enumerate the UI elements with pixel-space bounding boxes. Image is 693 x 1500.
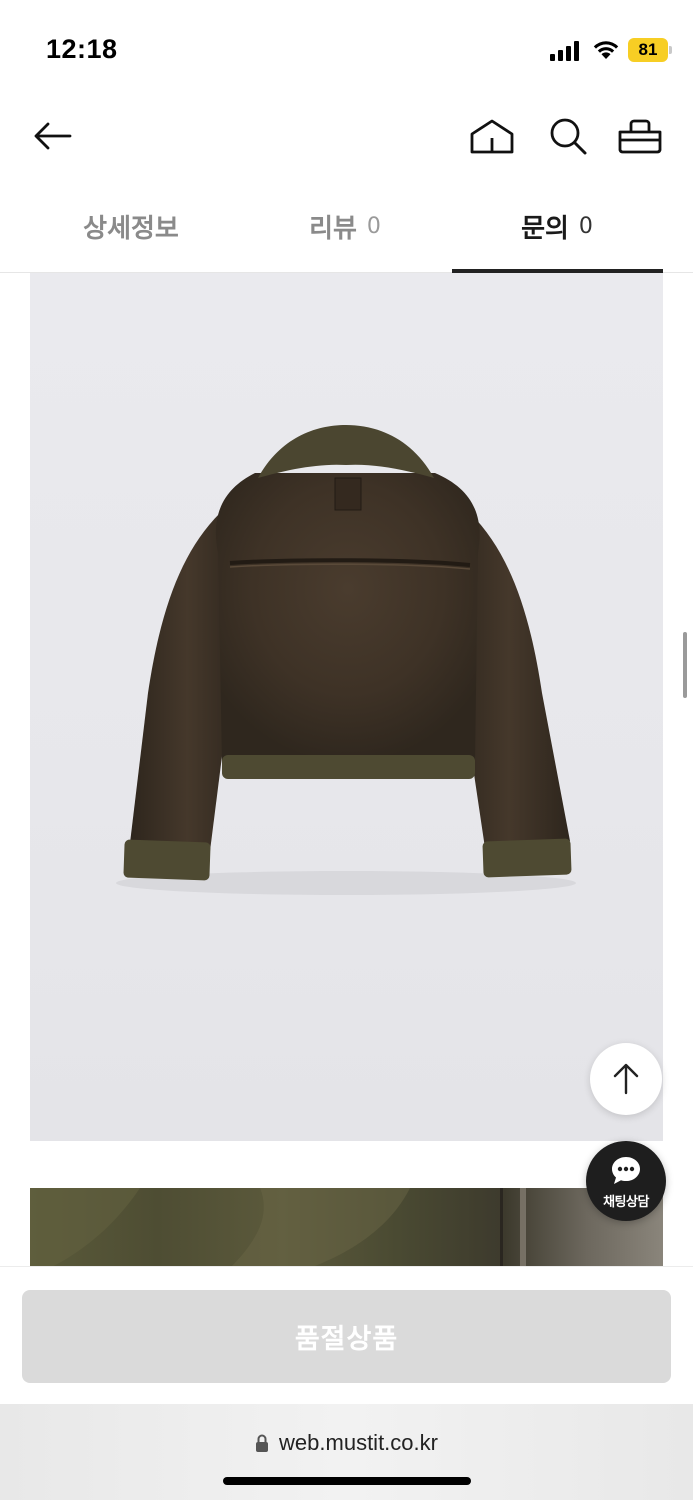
tab-label: 리뷰	[309, 213, 357, 244]
tab-product-details[interactable]: 상세정보	[26, 180, 236, 272]
bottom-action-bar: 품절상품	[0, 1266, 693, 1404]
battery-icon: 81	[628, 38, 672, 62]
chat-label: 채팅상담	[603, 1195, 649, 1210]
chat-consultation-button[interactable]: 채팅상담	[586, 1141, 666, 1221]
search-button[interactable]	[544, 114, 592, 158]
detail-texture	[30, 1188, 526, 1268]
tab-count: 0	[366, 213, 381, 239]
jacket-illustration	[116, 425, 576, 895]
arrow-up-icon	[613, 1063, 639, 1095]
status-time: 12:18	[46, 34, 118, 64]
tab-count: 0	[578, 213, 593, 239]
browser-url-bar: web.mustit.co.kr	[0, 1404, 693, 1500]
home-indicator[interactable]	[223, 1477, 471, 1485]
wifi-icon	[593, 41, 619, 59]
top-navigation-bar	[0, 96, 693, 180]
url-text: web.mustit.co.kr	[279, 1430, 438, 1455]
scrollbar[interactable]	[683, 632, 687, 698]
home-icon	[470, 119, 514, 154]
product-detail-image	[30, 1188, 663, 1268]
home-button[interactable]	[468, 114, 516, 158]
sold-out-button[interactable]: 품절상품	[22, 1290, 671, 1383]
tab-reviews[interactable]: 리뷰 0	[240, 180, 450, 272]
url-field[interactable]: web.mustit.co.kr	[0, 1426, 693, 1460]
tab-inquiries[interactable]: 문의 0	[452, 180, 662, 272]
lock-icon	[256, 1434, 269, 1452]
shopping-basket-icon	[618, 119, 662, 154]
tab-label: 문의	[521, 213, 569, 244]
status-bar: 12:18 81	[0, 0, 693, 96]
back-arrow-icon	[34, 122, 72, 150]
cart-button[interactable]	[616, 114, 664, 158]
battery-level: 81	[638, 40, 658, 59]
search-icon	[550, 118, 587, 155]
product-tabs: 상세정보 리뷰 0 문의 0	[0, 180, 693, 273]
chat-bubble-icon	[612, 1157, 640, 1184]
scroll-to-top-button[interactable]	[590, 1043, 662, 1115]
sold-out-label: 품절상품	[294, 1324, 399, 1355]
product-image	[30, 273, 663, 1141]
back-button[interactable]	[28, 114, 76, 158]
cellular-signal-icon	[550, 41, 579, 61]
tab-label: 상세정보	[83, 213, 179, 244]
